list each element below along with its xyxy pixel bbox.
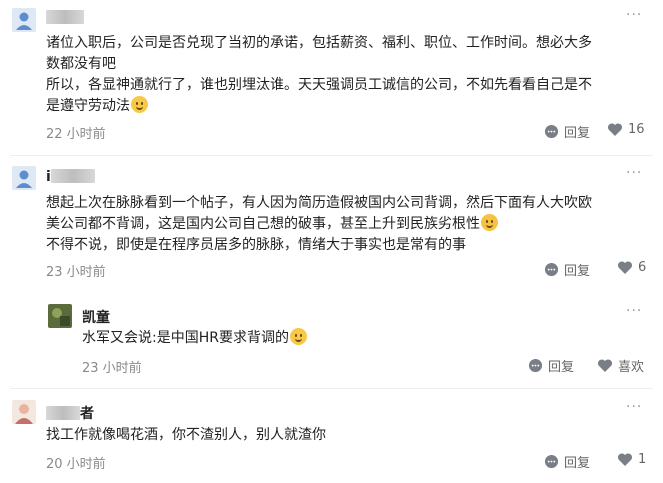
reply-button[interactable]: 回复 <box>544 452 590 471</box>
comment-bubble-icon <box>544 262 559 277</box>
reply-label: 回复 <box>548 360 575 375</box>
avatar[interactable] <box>12 8 36 32</box>
avatar[interactable] <box>12 400 36 424</box>
comment-bubble-icon <box>528 358 543 373</box>
author-name[interactable]: 者 <box>46 403 94 423</box>
like-count: 16 <box>628 122 645 137</box>
comment-line: 数都没有吧 <box>46 56 116 72</box>
reply-label: 回复 <box>564 456 591 471</box>
masked-name <box>46 406 80 420</box>
reply-label: 回复 <box>564 126 591 141</box>
heart-icon <box>597 358 613 373</box>
divider <box>10 388 653 389</box>
timestamp: 20 小时前 <box>46 457 106 472</box>
divider <box>10 155 653 156</box>
like-count: 6 <box>638 260 647 275</box>
avatar[interactable] <box>48 304 72 328</box>
timestamp: 23 小时前 <box>46 265 106 280</box>
comment-line: 水军又会说:是中国HR要求背调的 <box>82 330 289 346</box>
comment-line: 是遵守劳动法 <box>46 98 130 114</box>
comment-bubble-icon <box>544 454 559 469</box>
comment-line: 诸位入职后，公司是否兑现了当初的承诺，包括薪资、福利、职位、工作时间。想必大多 <box>46 35 592 51</box>
heart-icon <box>617 260 633 275</box>
reply-button[interactable]: 回复 <box>544 122 590 141</box>
timestamp: 23 小时前 <box>82 361 142 376</box>
comment-text: 想起上次在脉脉看到一个帖子，有人因为简历造假被国内公司背调，然后下面有人大吹欧 … <box>46 193 592 256</box>
more-icon[interactable]: ··· <box>626 399 642 415</box>
like-button[interactable]: 16 <box>607 122 645 137</box>
like-button[interactable]: 6 <box>617 260 646 275</box>
heart-icon <box>607 122 623 137</box>
like-count: 1 <box>638 452 647 467</box>
like-button[interactable]: 1 <box>617 452 646 467</box>
author-name[interactable]: 凯童 <box>82 307 110 327</box>
comment-line: 想起上次在脉脉看到一个帖子，有人因为简历造假被国内公司背调，然后下面有人大吹欧 <box>46 195 592 211</box>
smile-emoji-icon <box>131 96 148 113</box>
comment-text: 水军又会说:是中国HR要求背调的 <box>82 328 307 349</box>
comment-bubble-icon <box>544 124 559 139</box>
comment-text: 找工作就像喝花酒，你不渣别人，别人就渣你 <box>46 425 326 446</box>
comment-line: 找工作就像喝花酒，你不渣别人，别人就渣你 <box>46 427 326 443</box>
smile-emoji-icon <box>289 328 307 345</box>
reply-button[interactable]: 回复 <box>544 260 590 279</box>
sweat-smile-emoji-icon <box>481 214 498 231</box>
like-button[interactable]: 喜欢 <box>597 356 644 375</box>
reply-label: 回复 <box>564 264 591 279</box>
comment-text: 诸位入职后，公司是否兑现了当初的承诺，包括薪资、福利、职位、工作时间。想必大多 … <box>46 33 592 117</box>
timestamp: 22 小时前 <box>46 127 106 142</box>
comment-line: 美公司都不背调，这是国内公司自己想的破事，甚至上升到民族劣根性 <box>46 216 480 232</box>
author-name[interactable] <box>46 10 84 26</box>
comment-line: 不得不说，即使是在程序员居多的脉脉，情绪大于事实也是常有的事 <box>46 237 466 253</box>
comment-line: 所以，各显神通就行了，谁也别埋汰谁。天天强调员工诚信的公司，不如先看看自己是不 <box>46 77 592 93</box>
masked-name <box>50 169 95 183</box>
more-icon[interactable]: ··· <box>626 165 642 181</box>
like-label: 喜欢 <box>618 360 645 375</box>
more-icon[interactable]: ··· <box>626 7 642 23</box>
masked-name <box>46 10 84 24</box>
reply-button[interactable]: 回复 <box>528 356 574 375</box>
heart-icon <box>617 452 633 467</box>
more-icon[interactable]: ··· <box>626 303 642 319</box>
author-name[interactable]: i <box>46 169 95 185</box>
avatar[interactable] <box>12 166 36 190</box>
